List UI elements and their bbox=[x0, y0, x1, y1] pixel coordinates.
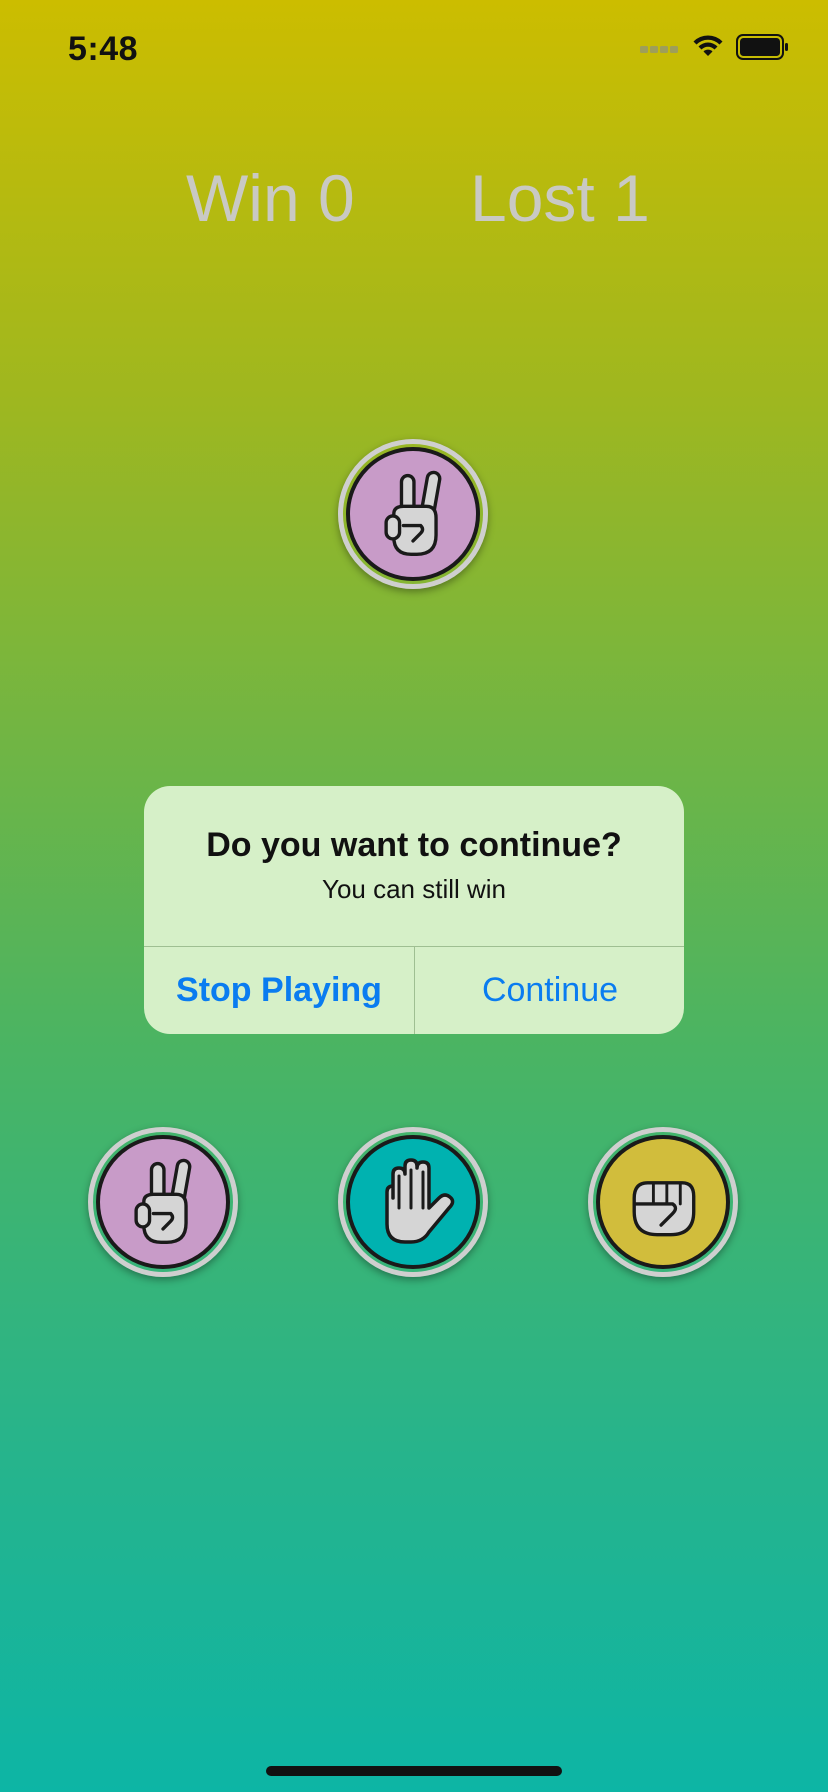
rock-button[interactable] bbox=[588, 1127, 738, 1277]
status-bar: 5:48 bbox=[0, 0, 828, 100]
scissors-button[interactable] bbox=[88, 1127, 238, 1277]
alert-title: Do you want to continue? bbox=[206, 826, 622, 864]
win-score: Win 0 bbox=[186, 161, 355, 235]
home-indicator[interactable] bbox=[266, 1766, 562, 1776]
wifi-icon bbox=[692, 34, 724, 65]
paper-button[interactable] bbox=[338, 1127, 488, 1277]
scissors-hand-icon bbox=[134, 1158, 192, 1244]
battery-icon bbox=[736, 34, 790, 65]
scissors-hand-icon bbox=[384, 470, 442, 556]
scissors-button-circle bbox=[96, 1135, 230, 1269]
paper-hand-icon bbox=[385, 1158, 455, 1244]
rock-button-circle bbox=[596, 1135, 730, 1269]
cellular-signal-icon bbox=[640, 41, 680, 59]
status-icons bbox=[640, 34, 790, 65]
alert-message: You can still win bbox=[321, 874, 507, 904]
continue-button[interactable]: Continue bbox=[415, 947, 684, 1034]
opponent-choice-circle bbox=[346, 447, 480, 581]
stop-playing-button[interactable]: Stop Playing bbox=[144, 947, 414, 1034]
continue-alert: Do you want to continue? You can still w… bbox=[144, 786, 684, 1034]
paper-button-circle bbox=[346, 1135, 480, 1269]
rock-hand-icon bbox=[632, 1181, 696, 1237]
opponent-choice bbox=[338, 439, 488, 589]
lost-score: Lost 1 bbox=[470, 161, 650, 235]
status-time: 5:48 bbox=[68, 30, 139, 68]
